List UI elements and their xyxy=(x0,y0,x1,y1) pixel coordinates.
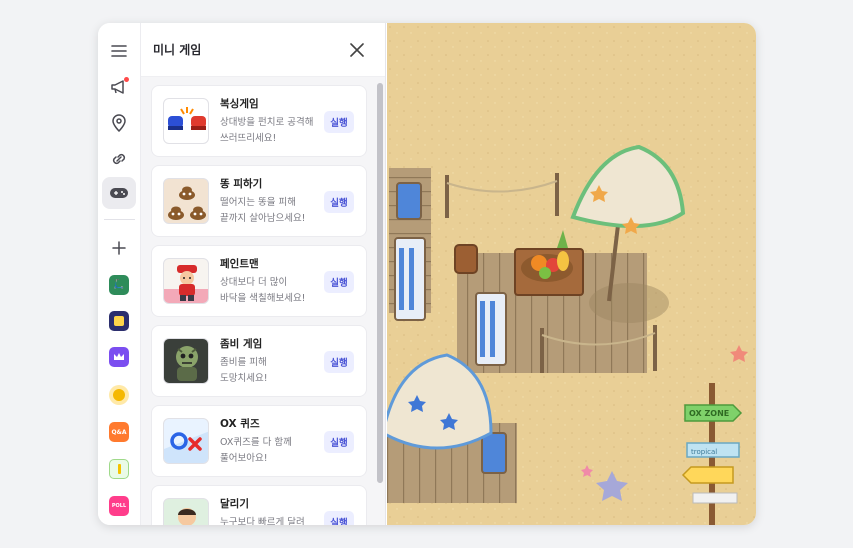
app-coin-icon[interactable] xyxy=(102,379,136,411)
beach-scene: OX ZONE tropical xyxy=(387,23,756,525)
app-checklist-icon[interactable] xyxy=(102,453,136,485)
game-title: 페인트맨 xyxy=(220,258,259,270)
scrollbar[interactable] xyxy=(377,83,383,483)
ox-quiz-icon xyxy=(163,418,209,464)
app-sticky-notes-icon[interactable] xyxy=(102,305,136,337)
run-button[interactable]: 실행 xyxy=(324,271,354,293)
run-button[interactable]: 실행 xyxy=(324,351,354,373)
app-poll-icon[interactable]: POLL xyxy=(102,490,136,522)
app-crown-icon[interactable] xyxy=(102,341,136,373)
panel-title: 미니 게임 xyxy=(153,43,202,57)
run-button[interactable]: 실행 xyxy=(324,111,354,133)
menu-icon[interactable] xyxy=(102,35,136,67)
game-desc: OX퀴즈를 다 함께 풀어보아요! xyxy=(220,437,292,464)
game-card-poop[interactable]: 똥 피하기 떨어지는 똥을 피해 끝까지 살아남으세요! 실행 xyxy=(151,165,367,237)
game-title: OX 퀴즈 xyxy=(220,418,260,430)
game-desc: 상대방을 펀치로 공격해 쓰러뜨리세요! xyxy=(220,117,314,144)
game-title: 똥 피하기 xyxy=(220,178,263,190)
app-scooter-icon[interactable]: 🛴 xyxy=(102,269,136,301)
game-title: 복싱게임 xyxy=(220,98,259,110)
game-title: 달리기 xyxy=(220,498,249,510)
runner-icon xyxy=(163,498,209,525)
megaphone-icon[interactable] xyxy=(102,71,136,103)
app-qna-icon[interactable]: Q&A xyxy=(102,416,136,448)
boxing-gloves-icon xyxy=(163,98,209,144)
svg-text:OX ZONE: OX ZONE xyxy=(689,409,729,418)
run-button[interactable]: 실행 xyxy=(324,431,354,453)
run-button[interactable]: 실행 xyxy=(324,511,354,525)
mini-game-panel: 미니 게임 복싱게임 상대방을 펀치로 공격해 쓰러뜨리세요! 실행 똥 피하기… xyxy=(141,23,386,525)
game-card-ox-quiz[interactable]: OX 퀴즈 OX퀴즈를 다 함께 풀어보아요! 실행 xyxy=(151,405,367,477)
game-card-boxing[interactable]: 복싱게임 상대방을 펀치로 공격해 쓰러뜨리세요! 실행 xyxy=(151,85,367,157)
game-card-running[interactable]: 달리기 누구보다 빠르게 달려 실행 xyxy=(151,485,367,525)
run-button[interactable]: 실행 xyxy=(324,191,354,213)
plus-icon[interactable] xyxy=(102,232,136,264)
location-pin-icon[interactable] xyxy=(102,107,136,139)
rail-divider xyxy=(104,219,135,220)
game-desc: 떨어지는 똥을 피해 끝까지 살아남으세요! xyxy=(220,197,306,224)
close-icon[interactable] xyxy=(347,40,367,60)
left-rail: 🛴 Q&A POLL xyxy=(98,23,141,525)
gamepad-icon[interactable] xyxy=(102,177,136,209)
game-desc: 상대보다 더 많이 바닥을 색칠해보세요! xyxy=(220,277,306,304)
link-icon[interactable] xyxy=(102,143,136,175)
game-desc: 좀비를 피해 도망치세요! xyxy=(220,357,268,384)
game-card-paintman[interactable]: 페인트맨 상대보다 더 많이 바닥을 색칠해보세요! 실행 xyxy=(151,245,367,317)
zombie-icon xyxy=(163,338,209,384)
game-desc: 누구보다 빠르게 달려 xyxy=(220,517,305,525)
game-title: 좀비 게임 xyxy=(220,338,263,350)
poop-icon xyxy=(163,178,209,224)
game-map[interactable]: OX ZONE tropical xyxy=(387,23,756,525)
painter-icon xyxy=(163,258,209,304)
app-window: 🛴 Q&A POLL 미니 게임 복싱게임 상대방을 펀치로 공격해 쓰러뜨리세… xyxy=(98,23,756,525)
panel-header: 미니 게임 xyxy=(141,23,385,77)
scrollbar-thumb[interactable] xyxy=(377,83,383,483)
notification-dot xyxy=(124,77,129,82)
game-list: 복싱게임 상대방을 펀치로 공격해 쓰러뜨리세요! 실행 똥 피하기 떨어지는 … xyxy=(141,77,386,525)
game-card-zombie[interactable]: 좀비 게임 좀비를 피해 도망치세요! 실행 xyxy=(151,325,367,397)
svg-text:tropical: tropical xyxy=(691,448,717,456)
